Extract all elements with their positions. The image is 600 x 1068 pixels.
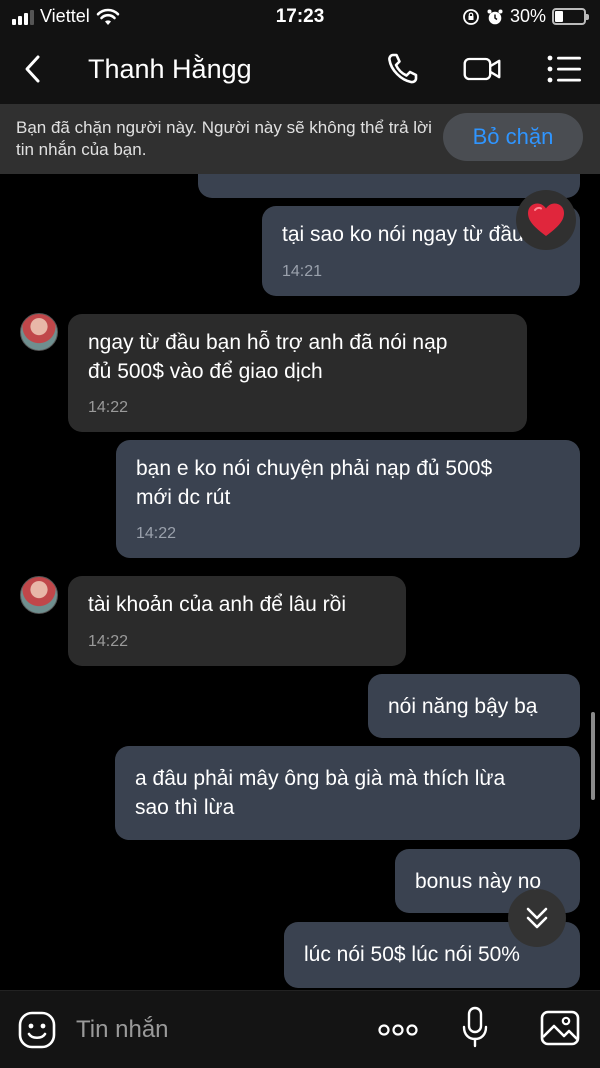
message-text: tài khoản của anh để lâu rồi: [88, 593, 347, 616]
avatar[interactable]: [20, 576, 58, 614]
blocked-notice: Bạn đã chặn người này. Người này sẽ khôn…: [16, 118, 432, 159]
back-icon[interactable]: [18, 52, 48, 86]
message-text: a đâu phải mây ông bà già mà thích lừa: [135, 767, 506, 790]
message-time: 14:22: [88, 399, 129, 416]
heart-icon: [528, 203, 564, 236]
orientation-lock-icon: [463, 8, 479, 25]
emoji-icon[interactable]: [18, 1011, 56, 1049]
message-time: 14:22: [88, 633, 129, 650]
message-bubble[interactable]: nói năng bậy bạ: [368, 674, 580, 738]
message-text: sao thì lừa: [135, 796, 235, 819]
message-time: 14:21: [282, 263, 323, 280]
message-input[interactable]: [76, 1013, 356, 1047]
message-text: lúc nói 50$ lúc nói 50%: [304, 943, 520, 966]
message-text: đủ 500$ vào để giao dịch: [88, 360, 323, 383]
microphone-icon[interactable]: [462, 1005, 488, 1049]
unblock-button[interactable]: Bỏ chặn: [443, 113, 583, 161]
message-text: bạn e ko nói chuyện phải nạp đủ 500$: [136, 457, 493, 480]
scroll-to-bottom-button[interactable]: [508, 889, 566, 947]
message-bubble[interactable]: ngay từ đầu bạn hỗ trợ anh đã nói nạp đủ…: [68, 314, 527, 432]
battery-icon: [552, 8, 589, 25]
menu-icon[interactable]: [544, 50, 584, 88]
chat-header: Thanh Hằngg: [0, 34, 600, 104]
message-composer: [0, 990, 600, 1068]
message-time: 14:22: [136, 525, 177, 542]
message-text: nói năng bậy bạ: [388, 695, 538, 718]
message-bubble[interactable]: a đâu phải mây ông bà già mà thích lừa s…: [115, 746, 580, 840]
phone-icon[interactable]: [384, 50, 424, 88]
scrollbar[interactable]: [591, 712, 595, 800]
avatar[interactable]: [20, 313, 58, 351]
battery-percent: 30%: [509, 6, 546, 26]
gallery-icon[interactable]: [540, 1009, 580, 1047]
status-bar: Viettel 17:23 30%: [0, 0, 600, 34]
message-bubble[interactable]: tài khoản của anh để lâu rồi 14:22: [68, 576, 406, 666]
reaction-heart[interactable]: [516, 190, 576, 250]
alarm-icon: [487, 9, 503, 24]
message-bubble[interactable]: bạn e ko nói chuyện phải nạp đủ 500$ mới…: [116, 440, 580, 558]
contact-name[interactable]: Thanh Hằngg: [88, 54, 252, 85]
message-text: ngay từ đầu bạn hỗ trợ anh đã nói nạp: [88, 331, 448, 354]
double-chevron-down-icon: [526, 907, 548, 929]
more-icon[interactable]: [376, 1015, 420, 1045]
video-call-icon[interactable]: [462, 50, 502, 88]
message-text: mới dc rút: [136, 486, 231, 509]
